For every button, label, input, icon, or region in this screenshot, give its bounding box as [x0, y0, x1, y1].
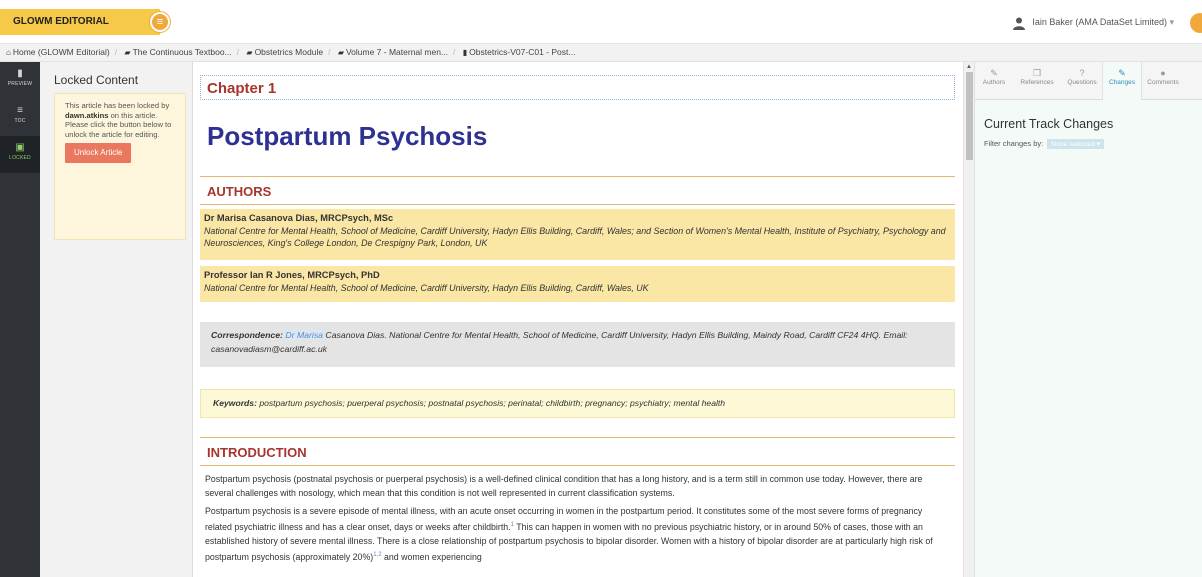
changes-icon: ✎ [1118, 68, 1126, 78]
keywords-label: Keywords: [213, 398, 257, 408]
authors-heading: AUTHORS [207, 184, 272, 199]
tab-changes[interactable]: ✎ Changes [1103, 67, 1141, 86]
comments-icon: ● [1160, 68, 1166, 78]
lock-owner: dawn.atkins [65, 110, 109, 120]
correspondence-label: Correspondence: [211, 330, 283, 340]
tab-references[interactable]: ❐ References [1013, 67, 1061, 86]
folder-icon: ▰ [124, 48, 131, 57]
tab-authors[interactable]: ✎ Authors [975, 67, 1013, 86]
article-editor[interactable]: Chapter 1 Postpartum Psychosis AUTHORS D… [193, 62, 963, 577]
document-icon: ▮ [462, 48, 468, 57]
list-icon: ≡ [17, 105, 23, 116]
article-scrollbar[interactable]: ▲ [963, 62, 974, 577]
question-icon: ? [1079, 68, 1085, 78]
breadcrumb-textbook[interactable]: ▰ The Continuous Textboo... [124, 44, 231, 61]
document-icon: ▮ [17, 68, 23, 79]
paragraph: Postpartum psychosis is a severe episode… [205, 506, 933, 562]
authors-icon: ✎ [990, 68, 998, 78]
breadcrumb-module[interactable]: ▰ Obstetrics Module [246, 44, 323, 61]
keywords-text: postpartum psychosis; puerperal psychosi… [256, 398, 726, 408]
breadcrumb-home[interactable]: ⌂ Home (GLOWM Editorial) [6, 44, 110, 61]
references-icon: ❐ [1032, 68, 1042, 78]
filter-select[interactable]: None selected ▾ [1047, 139, 1105, 149]
notification-icon[interactable] [1190, 13, 1202, 33]
divider [200, 437, 955, 438]
scroll-up-icon[interactable]: ▲ [966, 64, 972, 70]
nav-preview[interactable]: ▮ PREVIEW [0, 62, 40, 99]
lock-message: This article has been locked by dawn.atk… [65, 101, 170, 120]
lock-icon: ▣ [15, 142, 25, 153]
tab-comments[interactable]: ● Comments [1141, 67, 1185, 86]
divider [200, 465, 955, 466]
top-bar: GLOWM EDITORIAL Iain Baker (AMA DataSet … [0, 0, 1202, 44]
breadcrumb: ⌂ Home (GLOWM Editorial) / ▰ The Continuous… [0, 44, 1202, 62]
user-icon [1012, 17, 1025, 30]
divider [200, 176, 955, 177]
chapter-field[interactable]: Chapter 1 [200, 75, 955, 100]
divider [200, 204, 955, 205]
menu-toggle-icon[interactable] [150, 12, 170, 32]
author-affiliation: National Centre for Mental Health, Schoo… [204, 225, 946, 249]
unlock-article-button[interactable]: Unlock Article [65, 143, 132, 163]
chapter-label: Chapter 1 [207, 80, 277, 97]
folder-icon: ▰ [246, 48, 253, 57]
keywords-block[interactable]: Keywords: postpartum psychosis; puerpera… [200, 389, 955, 418]
chevron-down-icon: ▾ [1169, 17, 1174, 27]
locked-content-panel: Locked Content This article has been loc… [40, 62, 193, 577]
introduction-heading: INTRODUCTION [207, 445, 307, 460]
panel-tabs: ✎ Authors ❐ References ? Questions ✎ Changes… [975, 62, 1202, 100]
user-menu[interactable]: Iain Baker (AMA DataSet Limited) ▾ [1012, 14, 1174, 30]
track-changes-panel: ✎ Authors ❐ References ? Questions ✎ Changes… [974, 62, 1202, 577]
author-block[interactable]: Dr Marisa Casanova Dias, MRCPsych, MSc N… [200, 209, 955, 260]
article-title: Postpartum Psychosis [207, 121, 488, 151]
paragraph: Postpartum psychosis (postnatal psychosi… [205, 474, 923, 498]
tab-questions[interactable]: ? Questions [1061, 67, 1103, 86]
filter-label: Filter changes by: [984, 139, 1044, 148]
breadcrumb-volume[interactable]: ▰ Volume 7 - Maternal men... [338, 44, 448, 61]
filter-row: Filter changes by: None selected ▾ [984, 139, 1105, 149]
breadcrumb-document[interactable]: ▮ Obstetrics-V07-C01 - Post... [463, 44, 576, 61]
user-name: Iain Baker (AMA DataSet Limited) [1032, 17, 1167, 27]
author-name: Dr Marisa Casanova Dias, MRCPsych, MSc [204, 213, 394, 223]
left-nav: ▮ PREVIEW ≡ TOC ▣ LOCKED [0, 62, 40, 577]
nav-locked[interactable]: ▣ LOCKED [0, 136, 40, 173]
nav-toc[interactable]: ≡ TOC [0, 99, 40, 136]
author-block[interactable]: Professor Ian R Jones, MRCPsych, PhD Nat… [200, 266, 955, 302]
tracked-change-highlight[interactable]: Dr Marisa [285, 330, 324, 340]
lock-instruction: Please click the button below to unlock … [65, 120, 172, 139]
author-name: Professor Ian R Jones, MRCPsych, PhD [204, 270, 380, 280]
home-icon: ⌂ [6, 48, 11, 57]
locked-content-title: Locked Content [54, 73, 139, 87]
author-affiliation: National Centre for Mental Health, Schoo… [204, 282, 649, 293]
brand-logo[interactable]: GLOWM EDITORIAL [0, 9, 160, 35]
scroll-thumb[interactable] [966, 72, 973, 160]
folder-icon: ▰ [337, 48, 344, 57]
track-changes-title: Current Track Changes [984, 117, 1114, 131]
correspondence-block[interactable]: Correspondence: Dr Marisa Casanova Dias.… [200, 322, 955, 367]
lock-notice: This article has been locked by dawn.atk… [54, 93, 186, 240]
reference-link[interactable]: 1,2 [373, 552, 381, 558]
